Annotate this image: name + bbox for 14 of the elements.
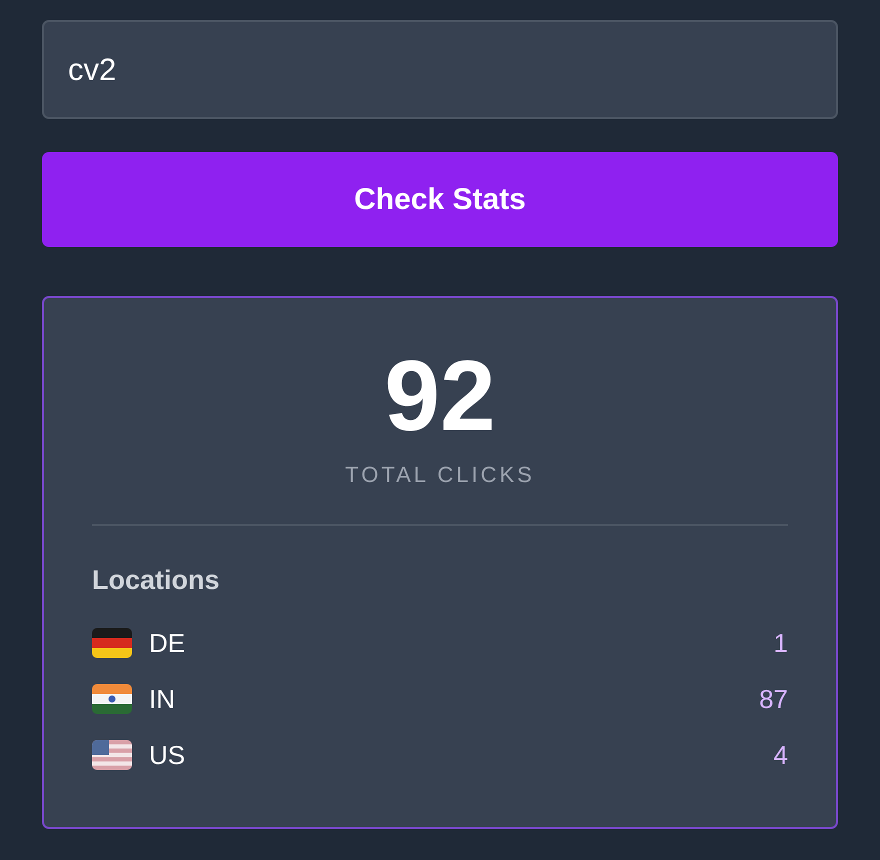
locations-heading: Locations — [92, 564, 220, 596]
search-field[interactable]: cv2 — [42, 20, 838, 119]
click-count: 1 — [774, 626, 788, 660]
country-code: US — [149, 738, 186, 772]
country-code: DE — [149, 626, 186, 660]
total-clicks-number: 92 — [384, 346, 496, 446]
country-code: IN — [149, 682, 175, 716]
click-count: 87 — [759, 682, 788, 716]
flag-icon — [92, 684, 132, 714]
total-clicks-label: TOTAL CLICKS — [345, 462, 535, 488]
check-stats-button[interactable]: Check Stats — [42, 152, 838, 247]
click-count: 4 — [774, 738, 788, 772]
flag-icon — [92, 628, 132, 658]
flag-icon — [92, 740, 132, 770]
